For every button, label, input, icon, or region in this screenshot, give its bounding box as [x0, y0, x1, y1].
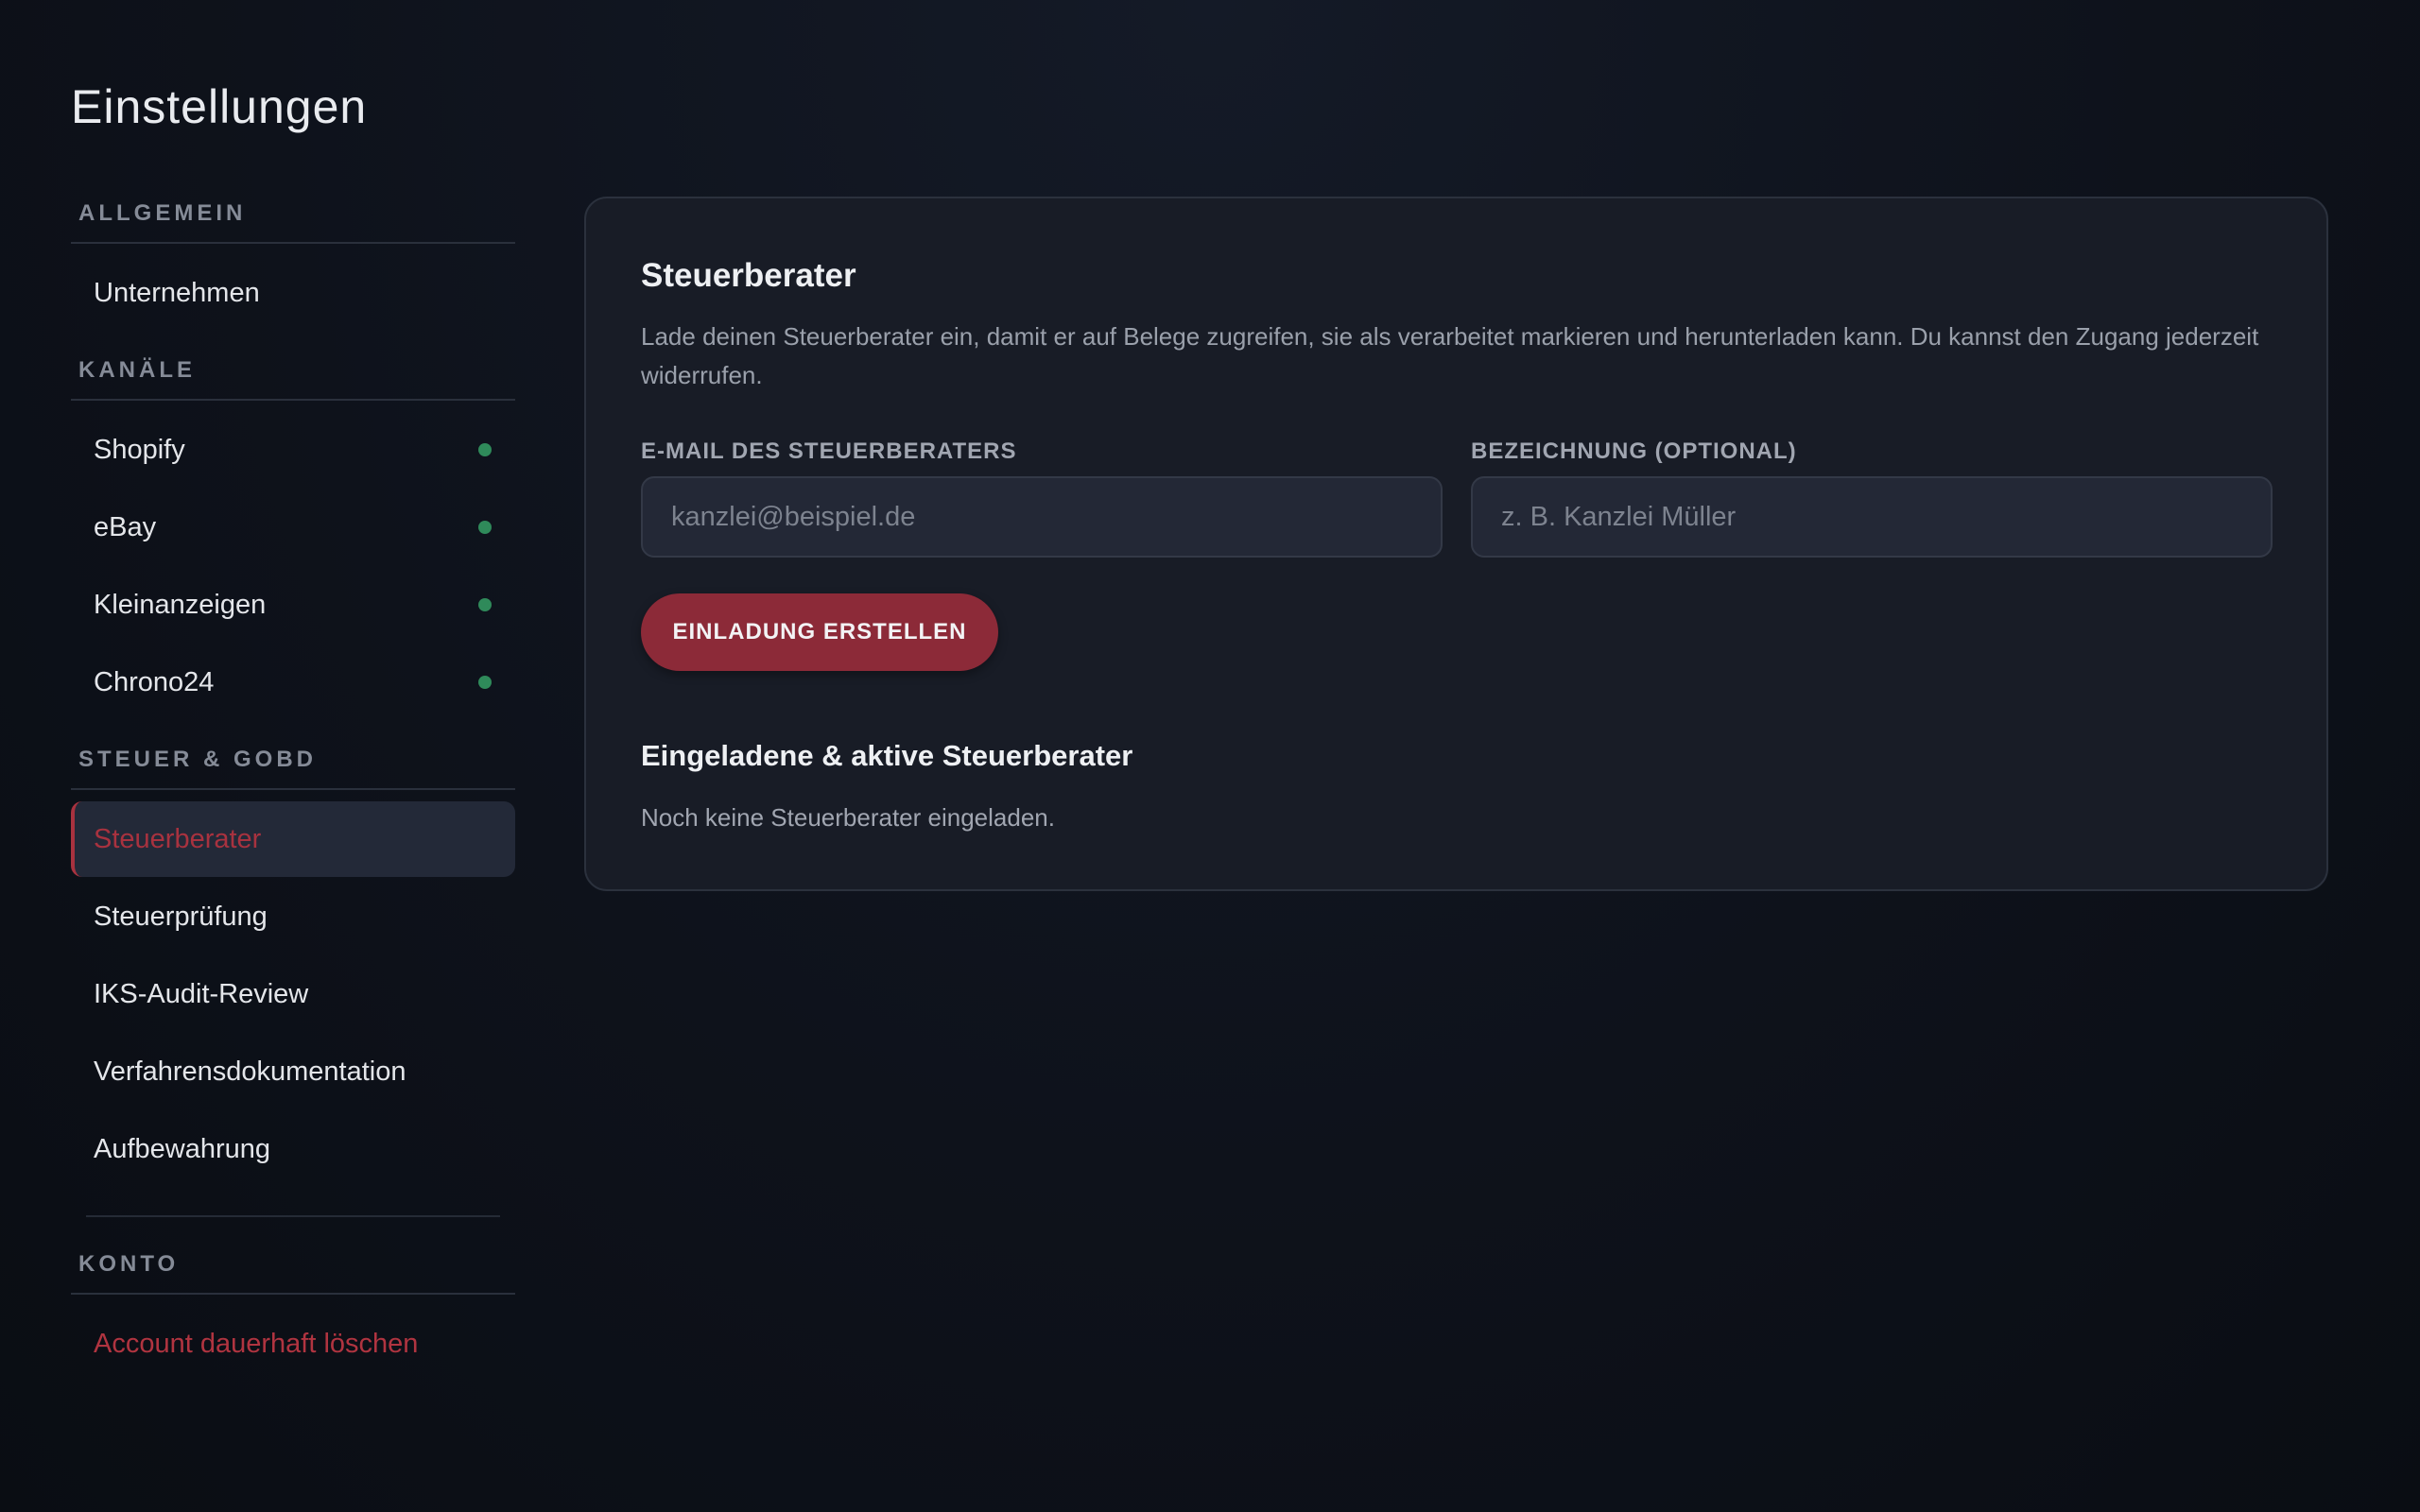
sidebar-item-label: IKS-Audit-Review: [94, 978, 309, 1009]
steuerberater-card: Steuerberater Lade deinen Steuerberater …: [584, 197, 2328, 891]
sidebar-item-kleinanzeigen[interactable]: Kleinanzeigen: [71, 567, 515, 643]
sidebar-item-label: eBay: [94, 511, 157, 542]
empty-state-text: Noch keine Steuerberater eingeladen.: [641, 803, 1055, 832]
sidebar-item-shopify[interactable]: Shopify: [71, 412, 515, 488]
card-description: Lade deinen Steuerberater ein, damit er …: [641, 322, 2259, 389]
sidebar-item-ebay[interactable]: eBay: [71, 490, 515, 565]
status-dot: [478, 676, 492, 689]
status-dot: [478, 598, 492, 611]
status-dot: [478, 521, 492, 534]
status-dot: [478, 443, 492, 456]
sidebar-item-label: Steuerprüfung: [94, 901, 268, 932]
sidebar-item-steuerberater[interactable]: Steuerberater: [71, 801, 515, 877]
card-title: Steuerberater: [641, 257, 856, 294]
settings-sidebar: ALLGEMEIN Unternehmen KANÄLE Shopify eBa…: [71, 185, 515, 1383]
page-title: Einstellungen: [71, 80, 368, 133]
sidebar-item-steuerpruefung[interactable]: Steuerprüfung: [71, 879, 515, 954]
sidebar-item-label: Verfahrensdokumentation: [94, 1056, 406, 1087]
sidebar-item-iks-audit-review[interactable]: IKS-Audit-Review: [71, 956, 515, 1032]
section-heading-kanaele: KANÄLE: [71, 342, 515, 401]
sidebar-item-unternehmen[interactable]: Unternehmen: [71, 255, 515, 331]
email-field[interactable]: [641, 476, 1443, 558]
email-field-label: E-MAIL DES STEUERBERATERS: [641, 438, 1017, 464]
sidebar-item-label: Steuerberater: [94, 823, 262, 854]
sidebar-item-aufbewahrung[interactable]: Aufbewahrung: [71, 1111, 515, 1187]
name-field[interactable]: [1471, 476, 2273, 558]
sidebar-item-label: Unternehmen: [94, 277, 260, 308]
name-field-label: BEZEICHNUNG (OPTIONAL): [1471, 438, 1797, 464]
sidebar-item-label: Kleinanzeigen: [94, 589, 267, 620]
section-heading-konto: KONTO: [71, 1236, 515, 1295]
delete-account-link[interactable]: Account dauerhaft löschen: [71, 1306, 515, 1382]
sidebar-item-label: Shopify: [94, 434, 185, 465]
create-invitation-button[interactable]: EINLADUNG ERSTELLEN: [641, 593, 998, 671]
sidebar-item-label: Account dauerhaft löschen: [94, 1328, 419, 1359]
sidebar-divider: [86, 1215, 500, 1217]
sidebar-item-verfahrensdokumentation[interactable]: Verfahrensdokumentation: [71, 1034, 515, 1109]
sidebar-item-label: Chrono24: [94, 666, 215, 697]
invited-list-title: Eingeladene & aktive Steuerberater: [641, 739, 1133, 772]
sidebar-item-label: Aufbewahrung: [94, 1133, 271, 1164]
section-heading-allgemein: ALLGEMEIN: [71, 185, 515, 244]
section-heading-steuer-gobd: STEUER & GOBD: [71, 731, 515, 790]
sidebar-item-chrono24[interactable]: Chrono24: [71, 644, 515, 720]
